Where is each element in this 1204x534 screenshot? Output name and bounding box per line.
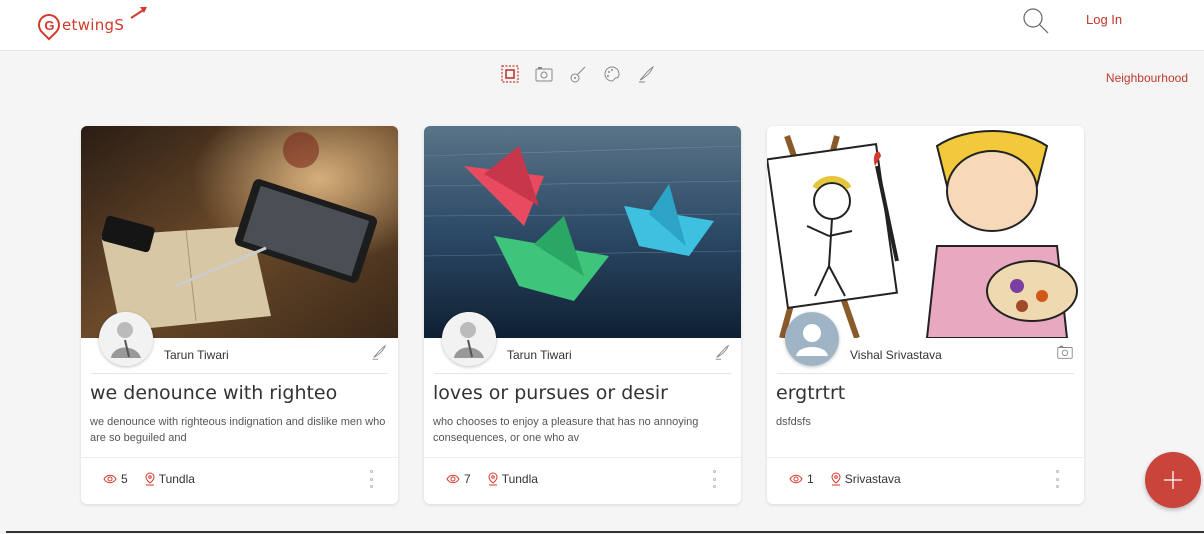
post-stats: 1 Srivastava	[789, 472, 901, 486]
eye-icon	[789, 474, 803, 484]
post-stats: 5 Tundla	[103, 472, 195, 486]
more-options-icon[interactable]	[1054, 470, 1060, 488]
divider	[777, 373, 1074, 374]
logo-arrow-icon	[130, 7, 147, 19]
location-pin-icon	[488, 472, 498, 486]
palette-icon[interactable]	[602, 64, 622, 84]
author-name[interactable]: Vishal Srivastava	[850, 348, 942, 362]
location-label[interactable]: Srivastava	[845, 472, 901, 486]
category-filter-bar	[500, 64, 656, 84]
logo-letter: G	[43, 17, 55, 33]
view-count: 7	[464, 472, 471, 486]
plus-icon	[1164, 471, 1182, 489]
quill-icon[interactable]	[636, 64, 656, 84]
author-name[interactable]: Tarun Tiwari	[164, 348, 229, 362]
post-image[interactable]	[767, 126, 1084, 338]
post-card[interactable]: Tarun Tiwari we denounce with righteo we…	[81, 126, 398, 504]
divider	[424, 457, 741, 458]
post-title[interactable]: ergtrtrt	[776, 382, 845, 404]
post-card[interactable]: Vishal Srivastava ergtrtrt dsfdsfs 1 Sri…	[767, 126, 1084, 504]
avatar[interactable]	[99, 312, 153, 366]
post-description: who chooses to enjoy a pleasure that has…	[433, 416, 699, 444]
avatar[interactable]	[785, 312, 839, 366]
more-options-icon[interactable]	[368, 470, 374, 488]
post-description: we denounce with righteous indignation a…	[90, 416, 386, 444]
logo-pin-icon: G	[33, 9, 65, 41]
eye-icon	[446, 474, 460, 484]
post-title[interactable]: we denounce with righteo	[90, 382, 337, 404]
add-post-button[interactable]	[1145, 452, 1201, 508]
post-card[interactable]: Tarun Tiwari loves or pursues or desir w…	[424, 126, 741, 504]
post-stats: 7 Tundla	[446, 472, 538, 486]
divider	[434, 373, 731, 374]
eye-icon	[103, 474, 117, 484]
camera-icon	[1057, 345, 1073, 359]
top-bar: G etwingS Log In	[0, 0, 1204, 51]
search-icon[interactable]	[1022, 7, 1050, 35]
post-image[interactable]	[424, 126, 741, 338]
divider	[91, 373, 388, 374]
divider	[81, 457, 398, 458]
divider	[767, 457, 1084, 458]
post-description: dsfdsfs	[776, 416, 811, 428]
all-icon[interactable]	[500, 64, 520, 84]
guitar-icon[interactable]	[568, 64, 588, 84]
view-count: 1	[807, 472, 814, 486]
avatar[interactable]	[442, 312, 496, 366]
author-name[interactable]: Tarun Tiwari	[507, 348, 572, 362]
logo[interactable]: G etwingS	[33, 7, 147, 42]
location-pin-icon	[145, 472, 155, 486]
location-pin-icon	[831, 472, 841, 486]
post-image[interactable]	[81, 126, 398, 338]
quill-icon	[715, 344, 730, 360]
quill-icon	[372, 344, 387, 360]
neighbourhood-link[interactable]: Neighbourhood	[1106, 71, 1188, 85]
more-options-icon[interactable]	[711, 470, 717, 488]
logo-text: etwingS	[62, 16, 125, 34]
location-label[interactable]: Tundla	[502, 472, 538, 486]
location-label[interactable]: Tundla	[159, 472, 195, 486]
view-count: 5	[121, 472, 128, 486]
camera-icon[interactable]	[534, 64, 554, 84]
login-link[interactable]: Log In	[1086, 12, 1122, 27]
post-title[interactable]: loves or pursues or desir	[433, 382, 668, 404]
bottom-border	[6, 531, 1204, 533]
